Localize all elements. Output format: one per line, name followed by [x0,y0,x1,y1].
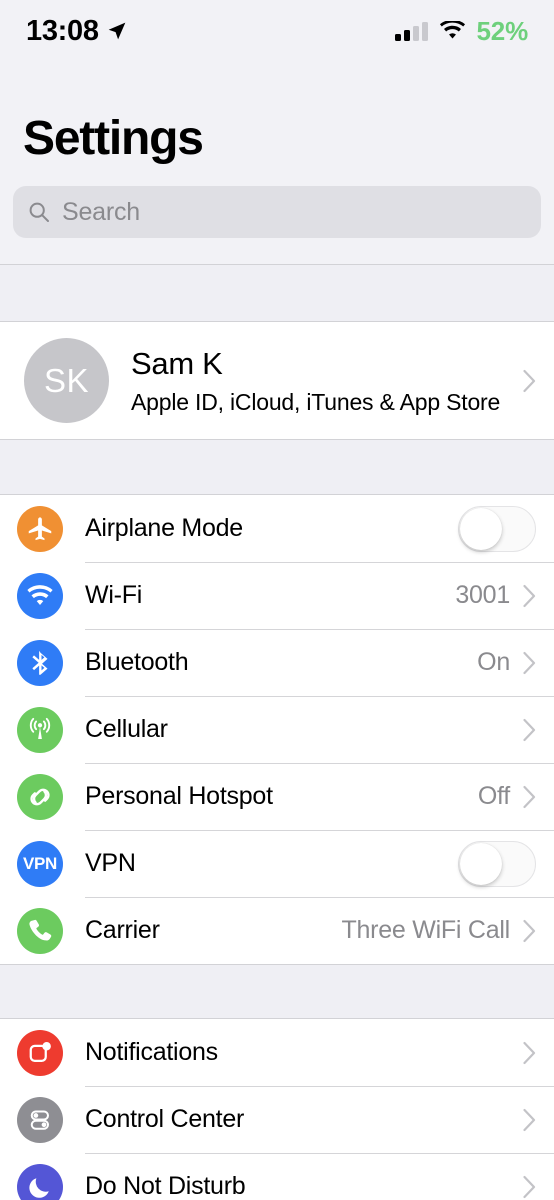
toggle-knob [460,507,502,550]
settings-row-label: Bluetooth [85,648,189,677]
apple-id-name: Sam K [131,346,223,382]
page-header: Settings Search [0,112,554,239]
section-gap-2 [0,964,554,1020]
battery-percentage: 52% [476,16,529,46]
wifi-icon [439,21,466,41]
status-bar-left: 13:08 [26,14,127,47]
cellular-antenna-icon [17,706,63,753]
settings-row-bluetooth[interactable]: Bluetooth On [0,629,554,696]
chevron-right-icon [523,369,536,393]
cellular-signal-icon [394,21,428,41]
settings-row-label: Do Not Disturb [85,1172,246,1200]
phone-icon [17,907,63,954]
page-title: Settings [23,112,204,165]
connectivity-group: Airplane Mode Wi-Fi 3001 Bluetooth On Ce… [0,495,554,965]
apple-id-row[interactable]: SK Sam K Apple ID, iCloud, iTunes & App … [0,322,554,439]
section-gap-top [0,264,554,323]
apple-id-text: Sam K Apple ID, iCloud, iTunes & App Sto… [131,346,523,415]
control-center-icon [17,1096,63,1143]
status-bar-right: 52% [394,16,529,46]
settings-row-label: Airplane Mode [85,514,243,543]
system-group: Notifications Control Center Do Not Dist… [0,1019,554,1200]
settings-row-vpn[interactable]: VPN VPN [0,830,554,897]
apple-id-group: SK Sam K Apple ID, iCloud, iTunes & App … [0,322,554,440]
chevron-right-icon [523,651,536,675]
settings-row-do-not-disturb[interactable]: Do Not Disturb [0,1153,554,1200]
settings-row-label: Cellular [85,715,168,744]
location-arrow-icon [107,21,127,41]
chevron-right-icon [523,1041,536,1065]
moon-icon [17,1163,63,1200]
settings-row-personal-hotspot[interactable]: Personal Hotspot Off [0,763,554,830]
notifications-icon [17,1029,63,1076]
settings-row-wifi[interactable]: Wi-Fi 3001 [0,562,554,629]
avatar: SK [24,338,109,424]
toggle-knob [460,842,502,885]
hotspot-link-icon [17,773,63,820]
airplane-icon [17,505,63,552]
wifi-icon [17,572,63,619]
chevron-right-icon [523,718,536,742]
settings-row-notifications[interactable]: Notifications [0,1019,554,1086]
settings-row-detail: 3001 [455,581,510,610]
settings-row-label: Personal Hotspot [85,782,273,811]
vpn-toggle[interactable] [458,840,536,887]
search-placeholder: Search [62,197,141,226]
settings-row-detail: On [477,648,510,677]
bluetooth-icon [17,639,63,686]
search-input[interactable]: Search [13,186,541,239]
settings-row-detail: Three WiFi Call [341,916,511,945]
settings-row-cellular[interactable]: Cellular [0,696,554,763]
search-icon [28,201,50,223]
apple-id-subtitle: Apple ID, iCloud, iTunes & App Store [131,388,501,415]
settings-row-label: Wi-Fi [85,581,143,610]
status-time: 13:08 [26,14,99,47]
settings-row-control-center[interactable]: Control Center [0,1086,554,1153]
chevron-right-icon [523,1108,536,1132]
settings-row-label: Carrier [85,916,160,945]
chevron-right-icon [523,785,536,809]
chevron-right-icon [523,919,536,943]
settings-row-airplane-mode[interactable]: Airplane Mode [0,495,554,562]
status-bar: 13:08 52% [0,0,554,62]
section-gap-1 [0,439,554,496]
settings-row-label: VPN [85,849,136,878]
airplane-mode-toggle[interactable] [458,505,536,552]
chevron-right-icon [523,1175,536,1199]
vpn-icon: VPN [17,840,63,887]
settings-row-carrier[interactable]: Carrier Three WiFi Call [0,897,554,964]
settings-row-label: Control Center [85,1105,245,1134]
chevron-right-icon [523,584,536,608]
settings-row-label: Notifications [85,1038,218,1067]
settings-row-detail: Off [477,782,510,811]
settings-screen: 13:08 52% Settings Search SK Sam K Apple… [0,0,554,1200]
